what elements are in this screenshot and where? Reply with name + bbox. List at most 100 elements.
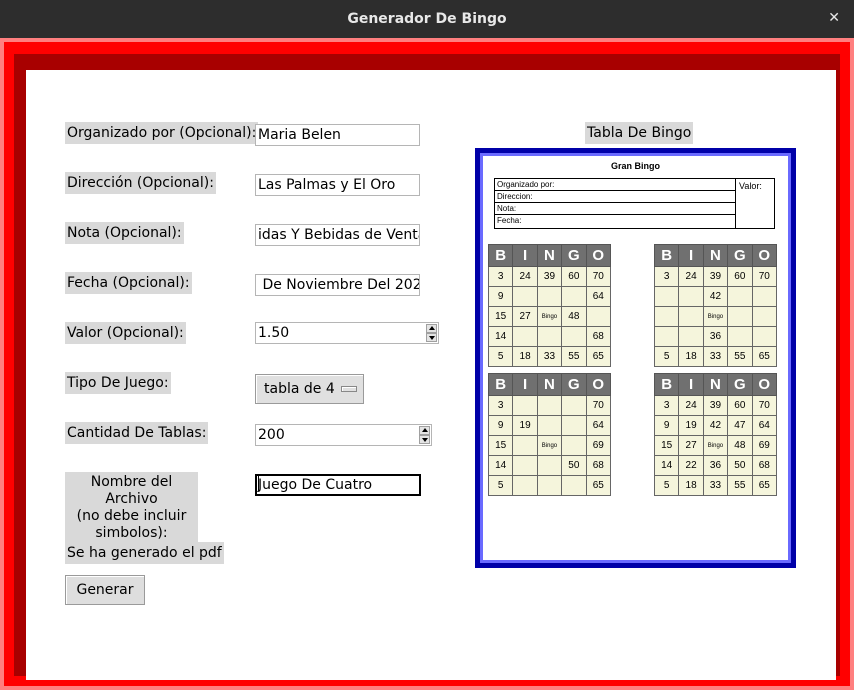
bingo-cell: Bingo (536, 306, 563, 327)
bingo-cell: 65 (751, 346, 777, 367)
bingo-header-cell: G (727, 244, 753, 267)
archivo-input[interactable]: Juego De Cuatro (255, 474, 421, 496)
bingo-cell: 3 (487, 395, 514, 416)
cantidad-spinbox[interactable]: 200 (255, 424, 432, 446)
bingo-cell: 5 (487, 475, 514, 496)
bingo-cell (561, 395, 587, 416)
bingo-cell: 5 (487, 346, 514, 367)
bingo-cell: 18 (512, 346, 538, 367)
bingo-cell (561, 415, 587, 436)
fecha-input[interactable]: De Noviembre Del 2024 (255, 274, 420, 296)
bingo-cell: 18 (678, 346, 704, 367)
bingo-header-cell: I (678, 244, 704, 267)
bingo-cell: 14 (487, 326, 514, 347)
bingo-cell: 48 (561, 306, 587, 327)
bingo-cell: 33 (536, 346, 563, 367)
bingo-cell: 65 (585, 475, 611, 496)
bingo-header-cell: G (561, 244, 587, 267)
bingo-header-cell: O (585, 373, 611, 396)
bingo-cell: 60 (561, 266, 587, 287)
generar-button[interactable]: Generar (65, 575, 145, 605)
bingo-header-cell: B (487, 373, 514, 396)
bingo-header-cell: B (653, 373, 680, 396)
bingo-cell: 33 (702, 475, 729, 496)
bingo-header-cell: I (678, 373, 704, 396)
bingo-cell: 24 (678, 395, 704, 416)
bingo-cell: 9 (653, 415, 680, 436)
bingo-cell: 60 (727, 395, 753, 416)
valor-spinbox[interactable]: 1.50 (255, 322, 439, 344)
organizado-input[interactable]: Maria Belen (255, 124, 420, 146)
bingo-cell (561, 475, 587, 496)
bingo-cell (512, 475, 538, 496)
bingo-cell: 3 (653, 266, 680, 287)
bingo-cell: Bingo (702, 435, 729, 456)
label-organizado: Organizado por (Opcional): (65, 122, 259, 144)
bingo-header-cell: N (536, 244, 563, 267)
title-bar: Generador De Bingo ✕ (0, 0, 854, 38)
bingo-header-cell: N (536, 373, 563, 396)
bingo-cell: 3 (653, 395, 680, 416)
bingo-cell: 69 (585, 435, 611, 456)
valor-up-arrow-icon[interactable] (426, 324, 437, 333)
preview-title: Gran Bingo (611, 161, 660, 171)
valor-value: 1.50 (258, 325, 290, 341)
tipo-juego-value: tabla de 4 (264, 381, 335, 397)
main-panel: Organizado por (Opcional): Maria Belen D… (26, 70, 836, 680)
info-organizado: Organizado por: (495, 179, 735, 191)
bingo-cell: 19 (512, 415, 538, 436)
bingo-cell (536, 475, 563, 496)
cantidad-value: 200 (258, 427, 285, 443)
bingo-cell: 33 (702, 346, 729, 367)
bingo-cell: 14 (487, 455, 514, 476)
direccion-input[interactable]: Las Palmas y El Oro (255, 174, 420, 196)
bingo-cell: 55 (561, 346, 587, 367)
bingo-card-2: B I N G O 3 24 39 60 70 42 Bingo 36 5 18 33 55 65 (653, 244, 777, 367)
bingo-cell (678, 306, 704, 327)
info-direccion: Direccion: (495, 191, 735, 203)
tipo-juego-dropdown[interactable]: tabla de 4 (255, 374, 364, 404)
bingo-cell: 70 (585, 266, 611, 287)
cantidad-down-arrow-icon[interactable] (419, 435, 430, 444)
bingo-cell: 70 (751, 395, 777, 416)
bingo-cell: 64 (585, 286, 611, 307)
cantidad-up-arrow-icon[interactable] (419, 426, 430, 435)
bingo-cell: 50 (561, 455, 587, 476)
bingo-cell (512, 435, 538, 456)
bingo-cell: 64 (585, 415, 611, 436)
bingo-header-cell: I (512, 244, 538, 267)
bingo-cell: 39 (702, 266, 729, 287)
bingo-card-3: B I N G O 3 70 9 19 64 15 Bingo 69 14 50 68 5 65 (487, 373, 611, 496)
bingo-cell: 15 (487, 435, 514, 456)
bingo-cell: 68 (585, 326, 611, 347)
bingo-cell: 18 (678, 475, 704, 496)
bingo-cell: 68 (751, 455, 777, 476)
bingo-cell: 9 (487, 415, 514, 436)
bingo-cell: 55 (727, 346, 753, 367)
label-direccion: Dirección (Opcional): (65, 172, 216, 194)
bingo-header-cell: O (751, 244, 777, 267)
bingo-cell: 24 (512, 266, 538, 287)
archivo-value: uego De Cuatro (262, 477, 373, 493)
bingo-cell (536, 286, 563, 307)
valor-down-arrow-icon[interactable] (426, 333, 437, 342)
bingo-cell (751, 286, 777, 307)
bingo-cell: 24 (678, 266, 704, 287)
bingo-cell (653, 326, 680, 347)
bingo-cell: 68 (585, 455, 611, 476)
bingo-cell (536, 455, 563, 476)
bingo-card-1: B I N G O 3 24 39 60 70 9 64 15 27 Bingo 48 14 68 5 18 33 55 6… (487, 244, 611, 367)
bingo-cell: 5 (653, 475, 680, 496)
nota-input[interactable]: idas Y Bebidas de Venta (255, 224, 420, 246)
bingo-cell: 70 (751, 266, 777, 287)
bingo-cell: 70 (585, 395, 611, 416)
label-archivo: Nombre del Archivo (no debe incluir simb… (65, 472, 198, 544)
close-icon[interactable]: ✕ (828, 10, 840, 26)
bingo-cell: 39 (536, 266, 563, 287)
bingo-cell: 42 (702, 286, 729, 307)
bingo-cell (727, 326, 753, 347)
bingo-cell: Bingo (536, 435, 563, 456)
bingo-preview: Gran Bingo Organizado por: Direccion: No… (475, 148, 796, 568)
bingo-cell: 42 (702, 415, 729, 436)
bingo-cell (512, 326, 538, 347)
